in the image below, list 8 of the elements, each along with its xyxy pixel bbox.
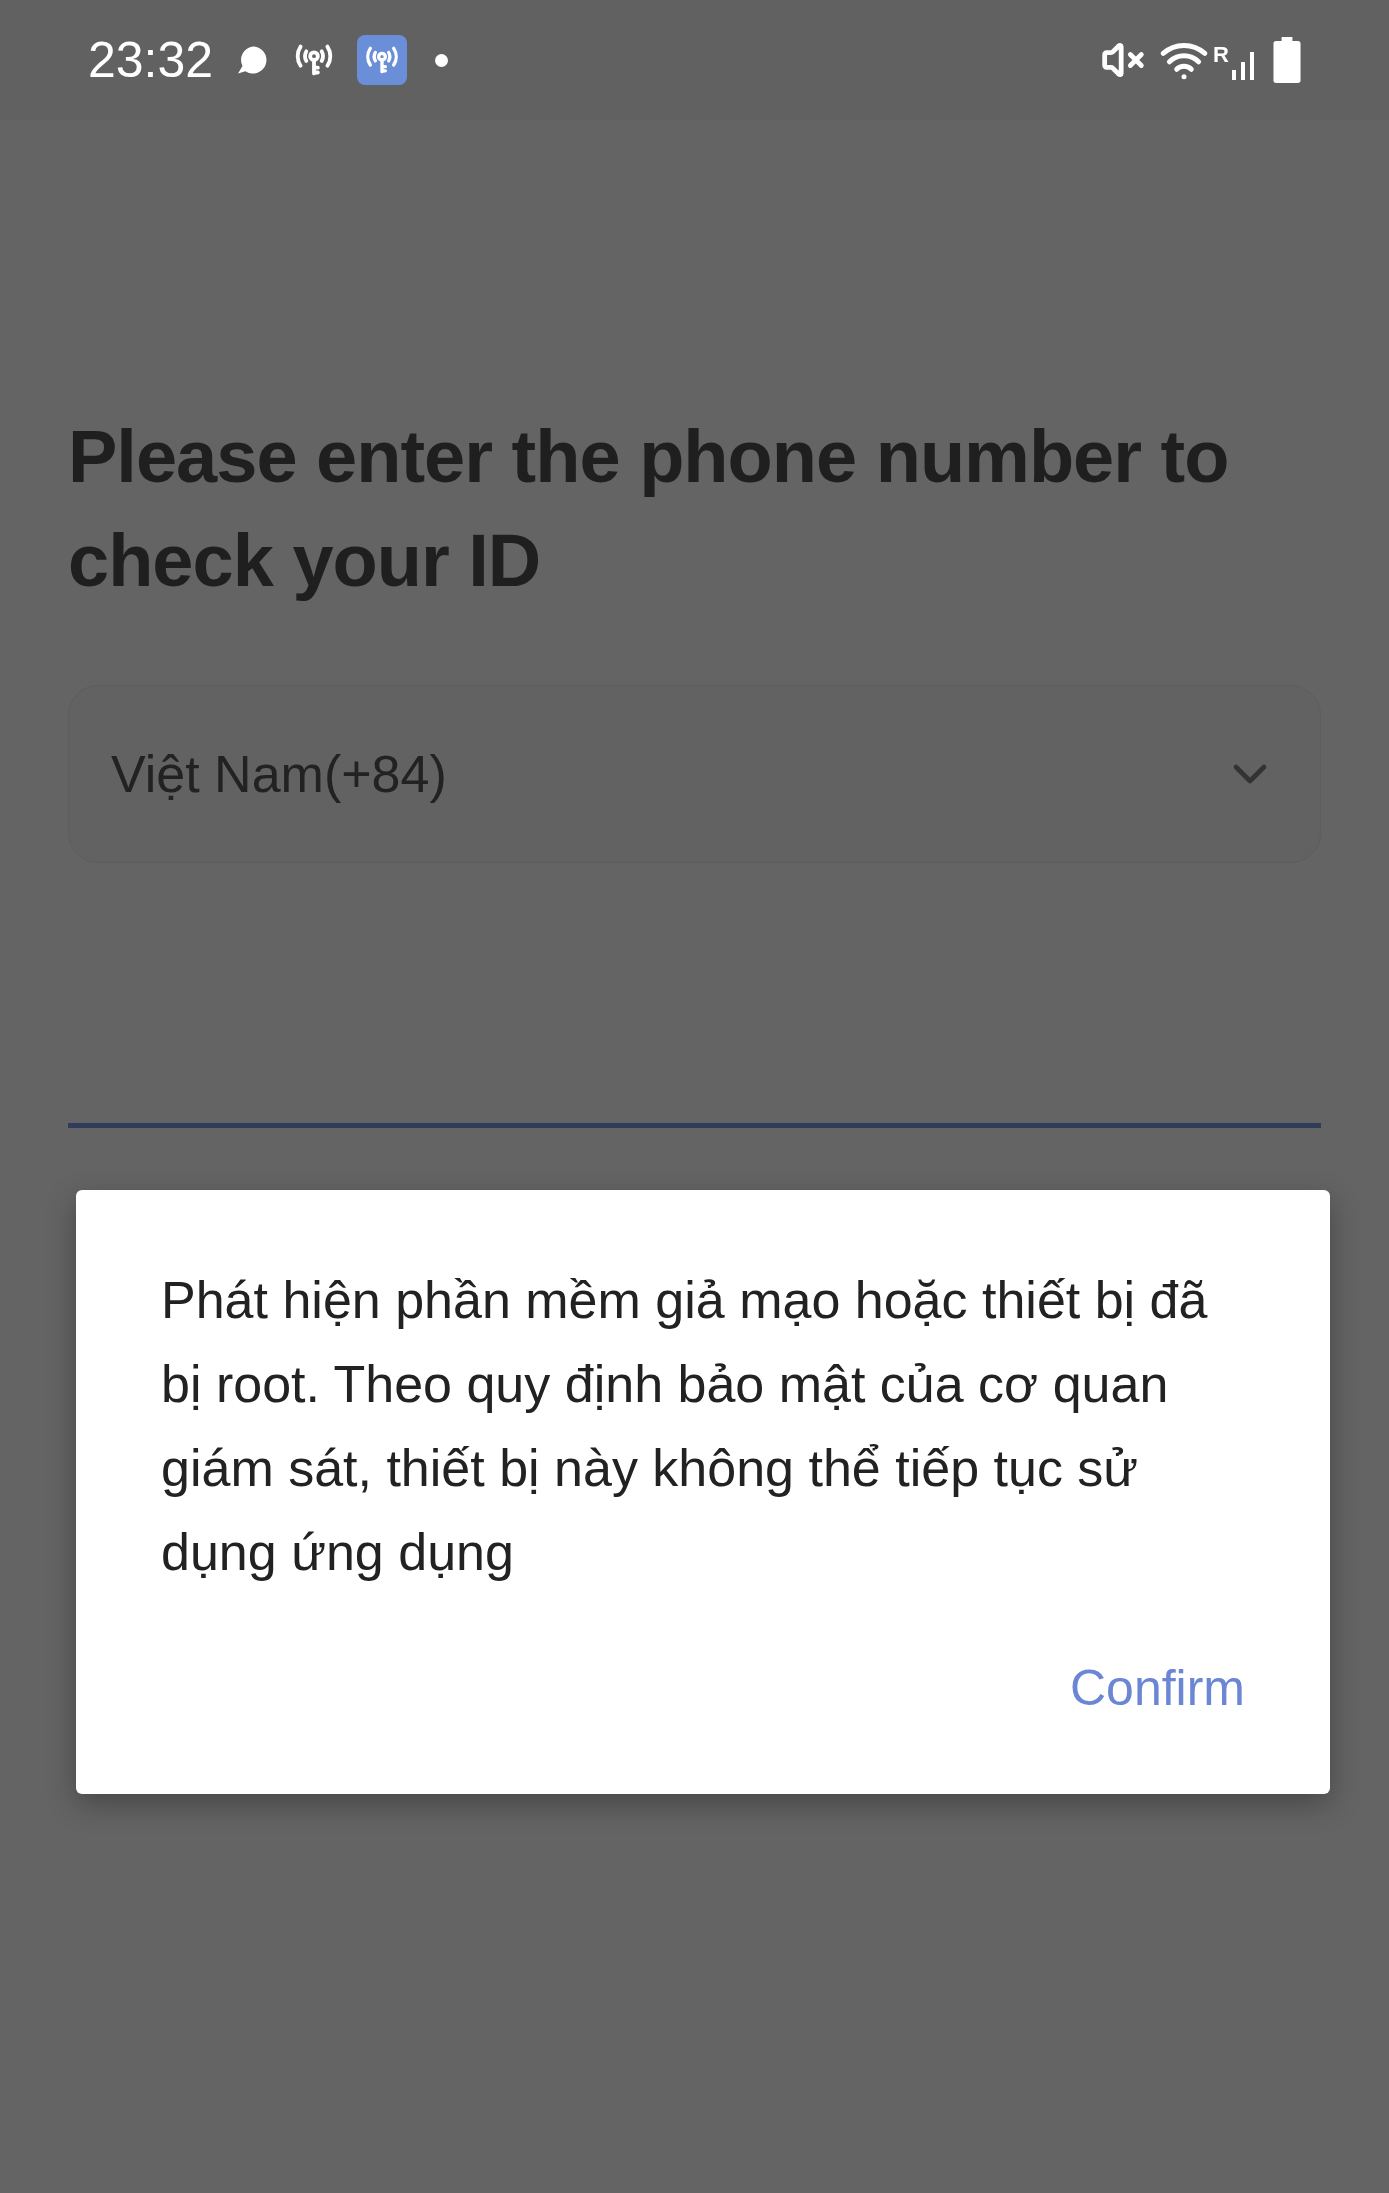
confirm-button[interactable]: Confirm <box>1069 1651 1245 1726</box>
status-time: 23:32 <box>88 30 214 90</box>
battery-icon <box>1273 37 1301 83</box>
roaming-label: R <box>1213 41 1229 69</box>
country-select[interactable]: Việt Nam(+84) <box>68 685 1321 863</box>
dialog-message: Phát hiện phần mềm giả mạo hoặc thiết bị đã bị root. Theo quy định bảo mật của cơ quan giám sát, thiết bị này không thể tiếp tục sử dụng ứng dụng <box>161 1270 1209 1583</box>
page-title: Please enter the phone number to check your ID <box>68 414 1230 604</box>
hotspot-key-icon <box>357 35 408 85</box>
